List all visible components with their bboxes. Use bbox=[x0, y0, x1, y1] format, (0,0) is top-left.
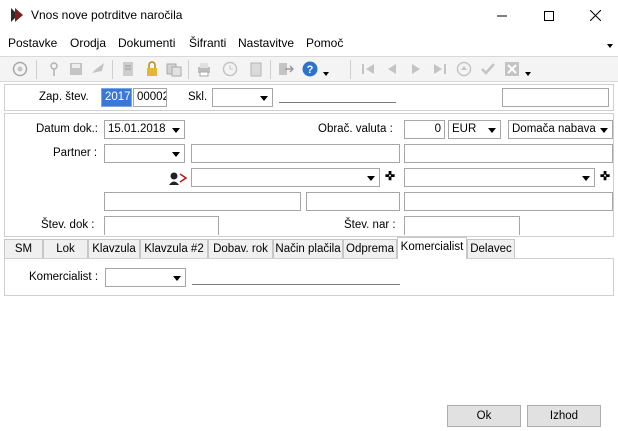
save-icon[interactable] bbox=[68, 61, 84, 77]
zap-year-input[interactable]: 2017 bbox=[101, 88, 132, 107]
menu-pomoc[interactable]: Pomoč bbox=[306, 36, 343, 50]
tab-dobav-rok[interactable]: Dobav. rok bbox=[208, 239, 273, 259]
zap-label: Zap. štev. bbox=[39, 91, 89, 103]
contact-select[interactable] bbox=[191, 168, 380, 187]
valuta-currency-value: EUR bbox=[452, 123, 477, 135]
tab-sm[interactable]: SM bbox=[4, 239, 43, 259]
menu-bar: Postavke Orodja Dokumenti Šifranti Nasta… bbox=[0, 34, 618, 53]
datum-label: Datum dok.: bbox=[36, 123, 98, 135]
tag-icon[interactable] bbox=[46, 61, 62, 77]
menu-overflow-icon[interactable] bbox=[607, 44, 613, 48]
maximize-button[interactable] bbox=[526, 0, 572, 31]
address-input-3[interactable] bbox=[404, 192, 613, 211]
tab-nacin-placila[interactable]: Način plačila bbox=[273, 239, 343, 259]
tab-delavec[interactable]: Delavec bbox=[467, 239, 515, 259]
last-icon[interactable] bbox=[432, 61, 448, 77]
menu-nastavitve[interactable]: Nastavitve bbox=[238, 36, 294, 50]
komercialist-label: Komercialist : bbox=[29, 271, 99, 283]
komercialist-description-line bbox=[192, 284, 400, 285]
skl-description-line bbox=[279, 102, 396, 103]
minimize-button[interactable] bbox=[479, 0, 525, 31]
address-input-2[interactable] bbox=[306, 192, 400, 211]
partner-name-input[interactable] bbox=[191, 144, 400, 163]
valuta-currency-select[interactable]: EUR bbox=[448, 120, 501, 139]
exit-button[interactable]: Izhod bbox=[527, 405, 601, 427]
menu-postavke[interactable]: Postavke bbox=[8, 36, 57, 50]
stev-nar-input[interactable] bbox=[404, 216, 520, 235]
close-icon bbox=[589, 10, 601, 21]
top-right-input[interactable] bbox=[502, 88, 609, 107]
nabava-select[interactable]: Domača nabava bbox=[508, 120, 613, 139]
refresh-icon[interactable] bbox=[12, 61, 28, 77]
skl-select[interactable] bbox=[212, 88, 273, 107]
skl-label: Skl. bbox=[188, 91, 208, 103]
datum-select[interactable]: 15.01.2018 bbox=[104, 120, 185, 139]
help-dropdown-icon[interactable] bbox=[323, 72, 329, 76]
cancel-icon[interactable] bbox=[504, 61, 520, 77]
menu-dokumenti[interactable]: Dokumenti bbox=[118, 36, 175, 50]
tab-lok[interactable]: Lok bbox=[43, 239, 88, 259]
tab-content-panel: Komercialist : bbox=[4, 258, 614, 296]
contact-person-icon[interactable] bbox=[169, 171, 187, 185]
export-icon[interactable] bbox=[278, 61, 294, 77]
tab-klavzula[interactable]: Klavzula bbox=[88, 239, 140, 259]
help-icon[interactable]: ? bbox=[302, 61, 318, 77]
contact-select-2[interactable] bbox=[404, 168, 595, 187]
address-input-1[interactable] bbox=[104, 192, 301, 211]
window-title: Vnos nove potrditve naročila bbox=[31, 8, 183, 22]
menu-orodja[interactable]: Orodja bbox=[70, 36, 106, 50]
valuta-label: Obrač. valuta : bbox=[318, 123, 393, 135]
tab-klavzula-2[interactable]: Klavzula #2 bbox=[140, 239, 208, 259]
add-contact-icon[interactable]: ✜ bbox=[385, 169, 395, 183]
document-icon[interactable] bbox=[120, 61, 136, 77]
toolbar: ? bbox=[0, 56, 618, 82]
ok-button[interactable]: Ok bbox=[447, 405, 521, 427]
svg-text:?: ? bbox=[307, 64, 314, 76]
datum-value: 15.01.2018 bbox=[108, 123, 166, 135]
maximize-icon bbox=[544, 10, 554, 21]
confirm-icon[interactable] bbox=[480, 61, 496, 77]
lock-icon[interactable] bbox=[144, 61, 160, 77]
check-brush-icon[interactable] bbox=[90, 61, 106, 77]
stev-dok-input[interactable] bbox=[104, 216, 219, 235]
paste-icon[interactable] bbox=[248, 61, 264, 77]
zap-number-input[interactable]: 00002 bbox=[133, 88, 167, 107]
tab-komercialist[interactable]: Komercialist bbox=[397, 237, 467, 259]
menu-sifranti[interactable]: Šifranti bbox=[189, 36, 226, 50]
next-icon[interactable] bbox=[408, 61, 424, 77]
stev-dok-label: Štev. dok : bbox=[41, 219, 95, 231]
title-bar: Vnos nove potrditve naročila bbox=[0, 0, 618, 31]
clock-icon[interactable] bbox=[222, 61, 238, 77]
partner-extra-input[interactable] bbox=[404, 144, 613, 163]
header-panel: Zap. štev. 2017 00002 Skl. bbox=[4, 84, 614, 111]
minimize-icon bbox=[497, 15, 507, 16]
prev-icon[interactable] bbox=[384, 61, 400, 77]
tab-odprema[interactable]: Odprema bbox=[343, 239, 397, 259]
komercialist-select[interactable] bbox=[105, 268, 186, 287]
stev-nar-label: Štev. nar : bbox=[344, 219, 396, 231]
valuta-amount-input[interactable]: 0 bbox=[404, 120, 445, 139]
partner-select[interactable] bbox=[104, 144, 185, 163]
nabava-value: Domača nabava bbox=[512, 123, 596, 135]
app-logo-icon bbox=[11, 8, 23, 22]
up-icon[interactable] bbox=[456, 61, 472, 77]
first-icon[interactable] bbox=[360, 61, 376, 77]
close-button[interactable] bbox=[572, 0, 618, 31]
toolbar-dropdown-icon[interactable] bbox=[525, 72, 531, 76]
main-form-panel: Datum dok.: 15.01.2018 Obrač. valuta : 0… bbox=[4, 113, 614, 237]
add-contact-2-icon[interactable]: ✜ bbox=[600, 169, 610, 183]
print-icon[interactable] bbox=[196, 61, 212, 77]
partner-label: Partner : bbox=[53, 147, 98, 159]
copy-icon[interactable] bbox=[166, 61, 182, 77]
